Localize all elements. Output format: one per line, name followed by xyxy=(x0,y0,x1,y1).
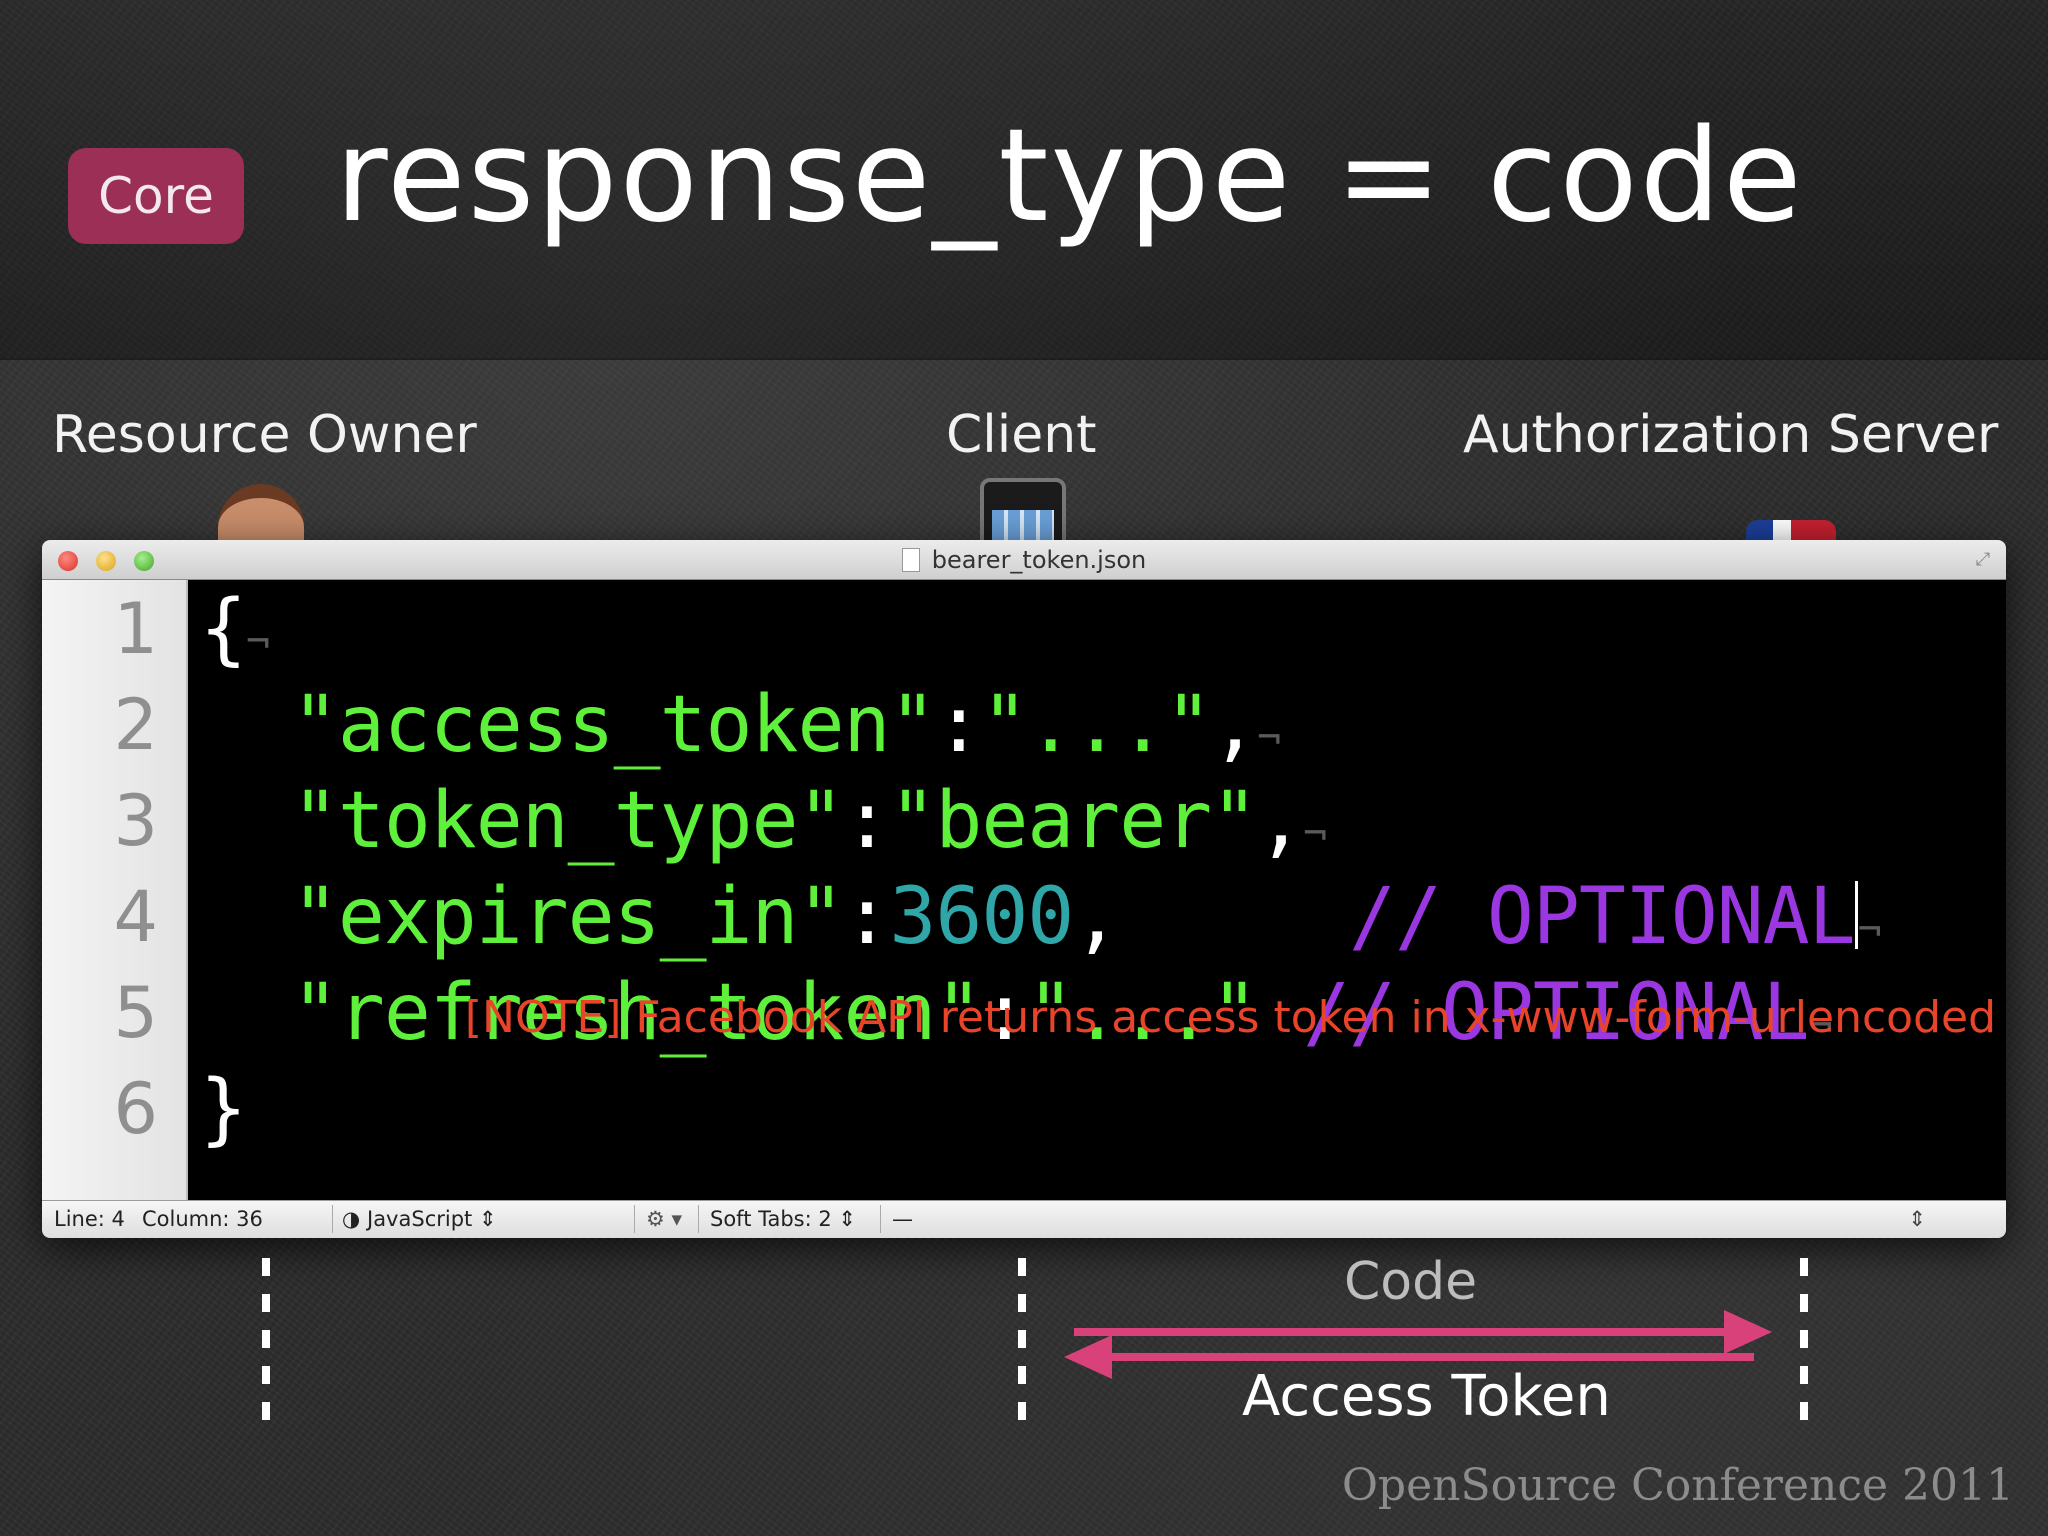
colon: : xyxy=(843,872,890,962)
actor-client: Client xyxy=(946,405,1097,465)
json-value: "..." xyxy=(981,680,1212,770)
flow-access-token-label: Access Token xyxy=(1242,1364,1611,1429)
json-value: "bearer" xyxy=(889,776,1258,866)
code-line-6: } xyxy=(200,1064,247,1154)
line-number: 5 xyxy=(113,972,158,1054)
code-line-2: "access_token":"...",¬ xyxy=(200,680,1281,770)
actor-resource-owner: Resource Owner xyxy=(52,405,477,465)
fullscreen-icon[interactable]: ⤢ xyxy=(1972,549,1994,571)
window-titlebar[interactable]: bearer_token.json ⤢ xyxy=(42,540,2006,580)
editor-window: bearer_token.json ⤢ 1 2 3 4 5 6 {¬ "acce… xyxy=(42,540,2006,1238)
line-number: 2 xyxy=(113,684,158,766)
lifeline-resource-owner xyxy=(262,1258,270,1438)
window-title: bearer_token.json xyxy=(42,546,2006,574)
comma: , xyxy=(1211,680,1258,770)
flow-code-label: Code xyxy=(1344,1252,1478,1312)
code-line-3: "token_type":"bearer",¬ xyxy=(200,776,1327,866)
status-divider xyxy=(634,1205,635,1233)
brace-close: } xyxy=(200,1064,247,1154)
lifeline-client xyxy=(1018,1258,1026,1438)
json-number: 3600 xyxy=(889,872,1074,962)
line-number: 6 xyxy=(113,1068,158,1150)
document-icon xyxy=(901,548,920,572)
line-number: 1 xyxy=(113,588,158,670)
colon: : xyxy=(843,776,890,866)
colon: : xyxy=(935,680,982,770)
language-selector[interactable]: ◑ JavaScript ⇕ xyxy=(342,1207,497,1231)
phone-icon xyxy=(980,478,1066,548)
status-divider xyxy=(880,1205,881,1233)
symbol-selector[interactable]: — xyxy=(892,1207,913,1231)
line-number-gutter: 1 2 3 4 5 6 xyxy=(42,580,188,1200)
facebook-note: [NOTE] Facebook API returns access token… xyxy=(464,992,1996,1043)
line-number: 3 xyxy=(113,780,158,862)
editor-status-bar: Line: 4 Column: 36 ◑ JavaScript ⇕ ⚙ ▾ So… xyxy=(42,1200,2006,1238)
conference-credit: OpenSource Conference 2011 xyxy=(1341,1460,2014,1511)
newline-marker: ¬ xyxy=(1857,907,1882,953)
newline-marker: ¬ xyxy=(1303,811,1327,857)
comma: , xyxy=(1257,776,1304,866)
person-icon xyxy=(218,484,304,544)
core-badge: Core xyxy=(68,148,244,244)
status-divider xyxy=(698,1205,699,1233)
comma: , xyxy=(1073,872,1120,962)
status-line: Line: 4 xyxy=(54,1207,125,1231)
access-token-arrow xyxy=(1064,1335,1754,1379)
status-divider xyxy=(332,1205,333,1233)
soft-tabs-selector[interactable]: Soft Tabs: 2 ⇕ xyxy=(710,1207,856,1231)
soft-tabs-label: Soft Tabs: 2 xyxy=(710,1207,832,1231)
json-key: "expires_in" xyxy=(291,872,845,962)
code-arrow xyxy=(1074,1310,1772,1354)
gear-icon[interactable]: ⚙ ▾ xyxy=(646,1207,682,1231)
json-key: "access_token" xyxy=(291,680,936,770)
lifeline-authorization-server xyxy=(1800,1258,1808,1438)
slide-title: response_type = code xyxy=(335,102,1804,251)
filename: bearer_token.json xyxy=(931,546,1147,574)
code-editor[interactable]: {¬ "access_token":"...",¬ "token_type":"… xyxy=(190,580,2006,1200)
brace-open: { xyxy=(200,584,247,674)
newline-marker: ¬ xyxy=(245,619,270,665)
status-column: Column: 36 xyxy=(142,1207,263,1231)
code-line-1: {¬ xyxy=(200,584,270,674)
code-line-4: "expires_in":3600, // OPTIONAL¬ xyxy=(200,872,1882,962)
newline-marker: ¬ xyxy=(1257,715,1281,761)
json-key: "token_type" xyxy=(291,776,845,866)
language-label: JavaScript xyxy=(367,1207,473,1231)
line-number: 4 xyxy=(113,876,158,958)
code-comment: // OPTIONAL xyxy=(1349,872,1856,962)
actor-authorization-server: Authorization Server xyxy=(1463,405,1999,465)
symbol-stepper-icon[interactable]: ⇕ xyxy=(1908,1207,1926,1231)
